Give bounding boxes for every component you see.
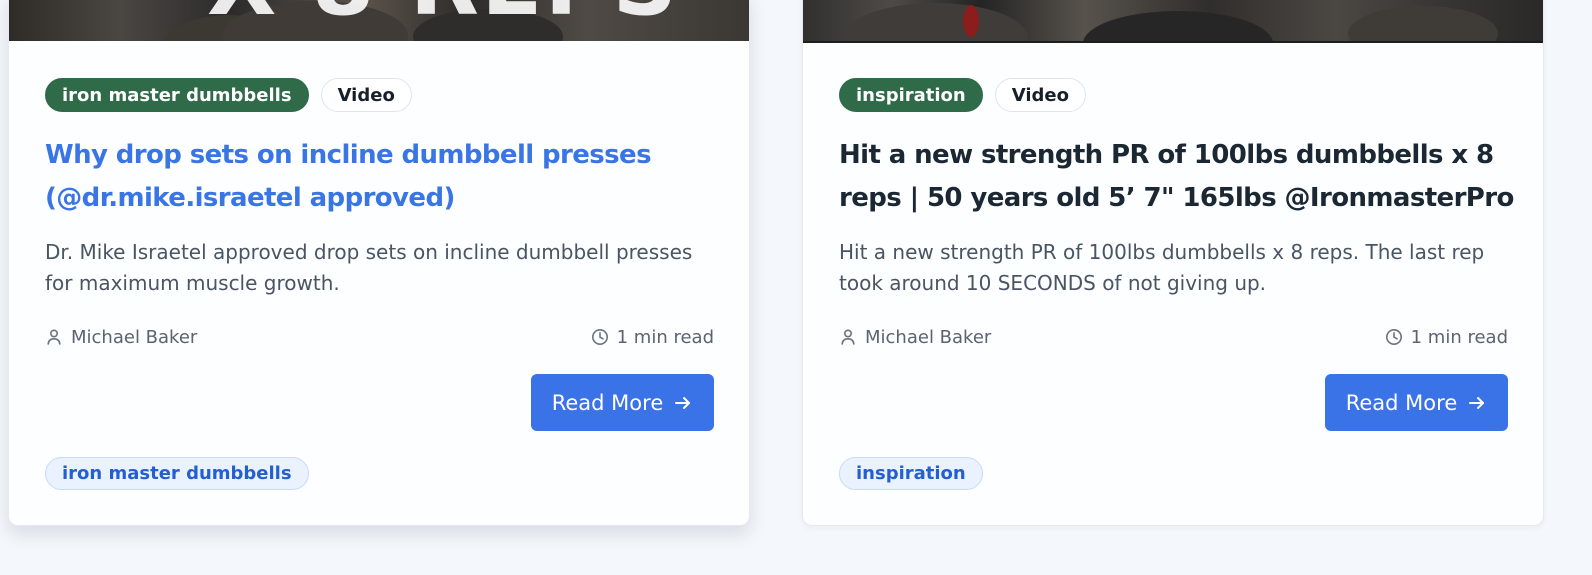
arrow-right-icon [673, 393, 693, 413]
article-meta: Michael Baker 1 min read [839, 325, 1508, 349]
author-name: Michael Baker [865, 326, 992, 348]
card-chips: inspiration Video [839, 78, 1086, 112]
article-meta: Michael Baker 1 min read [45, 325, 714, 349]
read-more-button[interactable]: Read More [1325, 374, 1508, 431]
category-chip[interactable]: inspiration [839, 78, 983, 112]
read-more-button[interactable]: Read More [531, 374, 714, 431]
type-chip[interactable]: Video [320, 78, 412, 112]
read-more-label: Read More [1345, 390, 1458, 415]
user-icon [839, 328, 857, 346]
read-time-text: 1 min read [1410, 326, 1508, 348]
author: Michael Baker [45, 327, 197, 348]
tag-chip[interactable]: iron master dumbbells [45, 457, 309, 490]
thumbnail-caption: X 8 REPS [207, 0, 679, 29]
read-time: 1 min read [1385, 327, 1508, 348]
article-description: Hit a new strength PR of 100lbs dumbbell… [839, 240, 1485, 295]
read-time-text: 1 min read [616, 326, 714, 348]
thumbnail-shape [963, 5, 979, 37]
read-time: 1 min read [591, 327, 714, 348]
article-thumbnail[interactable]: X 8 REPS [9, 0, 749, 41]
article-title-link[interactable]: Why drop sets on incline dumbbell presse… [45, 134, 725, 220]
clock-icon [591, 328, 609, 346]
author-name: Michael Baker [71, 326, 198, 348]
type-chip[interactable]: Video [994, 78, 1086, 112]
category-chip[interactable]: iron master dumbbells [45, 78, 309, 112]
thumbnail-shape [843, 3, 1028, 41]
author: Michael Baker [839, 327, 991, 348]
tag-chip[interactable]: inspiration [839, 457, 983, 490]
article-description: Dr. Mike Israetel approved drop sets on … [45, 240, 693, 295]
article-card[interactable]: inspiration Video Hit a new strength PR … [802, 0, 1544, 526]
card-chips: iron master dumbbells Video [45, 78, 412, 112]
clock-icon [1385, 328, 1403, 346]
read-more-label: Read More [551, 390, 664, 415]
thumbnail-shape [1083, 11, 1273, 41]
article-card[interactable]: X 8 REPS iron master dumbbells Video Why… [8, 0, 750, 526]
thumbnail-shape [1348, 6, 1498, 41]
article-title-link[interactable]: Hit a new strength PR of 100lbs dumbbell… [839, 134, 1519, 220]
arrow-right-icon [1467, 393, 1487, 413]
article-thumbnail[interactable] [803, 0, 1543, 43]
user-icon [45, 328, 63, 346]
